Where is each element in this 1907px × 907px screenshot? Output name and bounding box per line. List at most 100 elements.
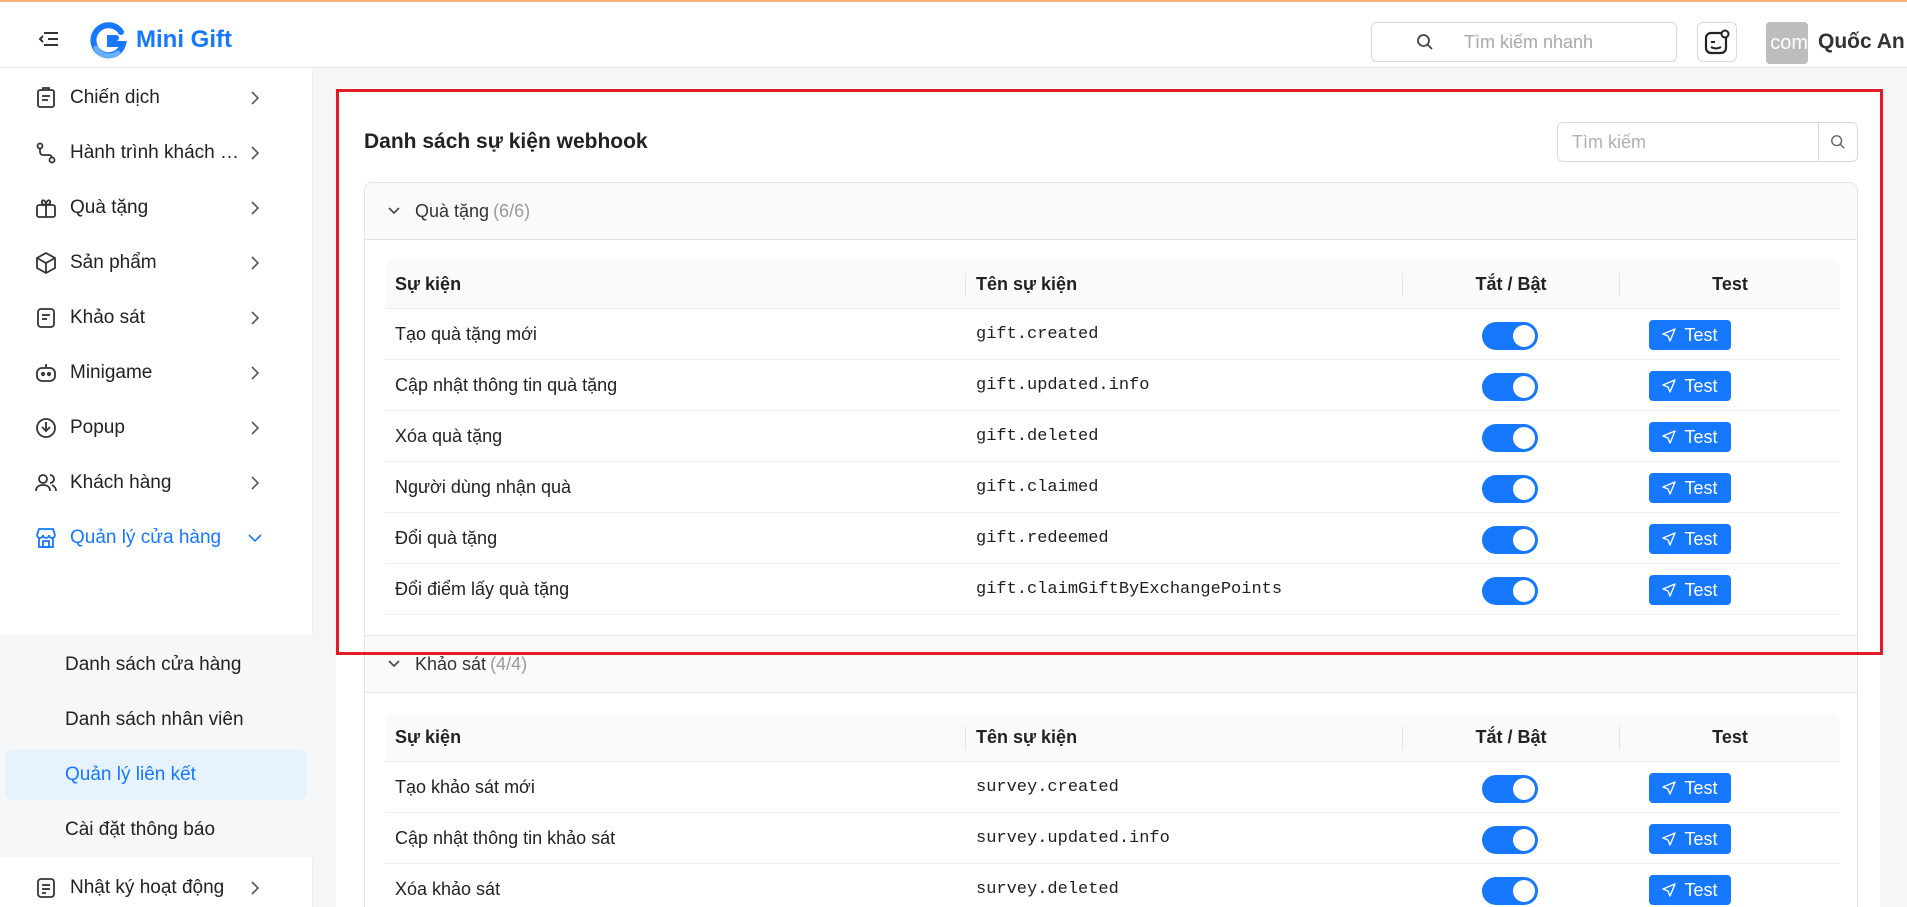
group-header[interactable]: Khảo sát (4/4) bbox=[365, 636, 1857, 693]
event-name: survey.updated.info bbox=[976, 829, 1170, 848]
event-toggle[interactable] bbox=[1482, 877, 1538, 905]
event-toggle[interactable] bbox=[1482, 775, 1538, 803]
sidebar-item-campaigns[interactable]: Chiến dịch bbox=[0, 73, 313, 123]
event-name: gift.updated.info bbox=[976, 376, 1150, 395]
table-row: Đổi điểm lấy quà tặng gift.claimGiftByEx… bbox=[385, 564, 1840, 615]
event-name: gift.created bbox=[976, 325, 1099, 344]
event-name: gift.claimed bbox=[976, 478, 1099, 497]
table-row: Xóa khảo sát survey.deleted Test bbox=[385, 864, 1840, 907]
sidebar-item-gifts[interactable]: Quà tặng bbox=[0, 183, 313, 233]
table-row: Cập nhật thông tin khảo sát survey.updat… bbox=[385, 813, 1840, 864]
column-header-test: Test bbox=[1712, 727, 1748, 747]
submenu-item-label: Quản lý liên kết bbox=[65, 764, 196, 785]
app-header: Mini Gift com Quốc An bbox=[0, 2, 1907, 68]
event-toggle[interactable] bbox=[1482, 424, 1538, 452]
gamepad-icon bbox=[36, 364, 56, 382]
sidebar-item-minigame[interactable]: Minigame bbox=[0, 348, 313, 398]
event-label: Cập nhật thông tin quà tặng bbox=[395, 375, 618, 395]
submenu-item-notification-settings[interactable]: Cài đặt thông báo bbox=[5, 805, 307, 855]
group-count: (6/6) bbox=[493, 200, 531, 221]
sidebar-item-products[interactable]: Sản phẩm bbox=[0, 238, 313, 288]
chevron-right-icon bbox=[251, 256, 260, 270]
column-header-event: Sự kiện bbox=[395, 274, 462, 294]
event-name: gift.claimGiftByExchangePoints bbox=[976, 580, 1283, 599]
column-header-event-name: Tên sự kiện bbox=[976, 274, 1078, 294]
submenu-item-label: Danh sách cửa hàng bbox=[65, 654, 242, 675]
page-title: Danh sách sự kiện webhook bbox=[364, 130, 648, 153]
chevron-down-icon bbox=[388, 660, 400, 668]
table-header: Sự kiện Tên sự kiện Tắt / Bật Test bbox=[385, 713, 1840, 762]
test-button[interactable]: Test bbox=[1649, 773, 1731, 803]
send-icon bbox=[1662, 328, 1677, 342]
user-name[interactable]: Quốc An bbox=[1818, 30, 1905, 54]
submenu-item-link-management[interactable]: Quản lý liên kết bbox=[5, 750, 307, 800]
search-button[interactable] bbox=[1818, 123, 1857, 161]
test-button[interactable]: Test bbox=[1649, 473, 1731, 503]
sidebar-item-label: Minigame bbox=[70, 362, 153, 383]
app-name: Mini Gift bbox=[136, 26, 232, 53]
event-name: survey.deleted bbox=[976, 880, 1119, 899]
event-label: Tạo khảo sát mới bbox=[395, 777, 535, 797]
test-button-label: Test bbox=[1684, 579, 1718, 600]
submenu-item-staff-list[interactable]: Danh sách nhân viên bbox=[5, 695, 307, 745]
app-logo[interactable]: Mini Gift bbox=[88, 20, 232, 60]
sidebar-item-customer-journey[interactable]: Hành trình khách hàng bbox=[0, 128, 313, 178]
test-button[interactable]: Test bbox=[1649, 575, 1731, 605]
event-toggle[interactable] bbox=[1482, 373, 1538, 401]
send-icon bbox=[1662, 832, 1677, 846]
sidebar-item-label: Khách hàng bbox=[70, 472, 172, 493]
test-button[interactable]: Test bbox=[1649, 371, 1731, 401]
event-toggle[interactable] bbox=[1482, 322, 1538, 350]
sidebar-item-label: Quản lý cửa hàng bbox=[70, 527, 222, 548]
survey-icon bbox=[37, 308, 55, 328]
event-search-input[interactable] bbox=[1558, 123, 1818, 161]
event-toggle[interactable] bbox=[1482, 577, 1538, 605]
event-label: Người dùng nhận quà bbox=[395, 477, 571, 497]
sidebar-item-label: Chiến dịch bbox=[70, 87, 160, 108]
table-row: Xóa quà tặng gift.deleted Test bbox=[385, 411, 1840, 462]
test-button[interactable]: Test bbox=[1649, 422, 1731, 452]
test-button-label: Test bbox=[1684, 528, 1718, 549]
chevron-right-icon bbox=[251, 881, 260, 895]
chevron-right-icon bbox=[251, 311, 260, 325]
menu-collapse-icon[interactable] bbox=[38, 30, 60, 48]
gift-icon bbox=[36, 199, 56, 218]
search-icon bbox=[1831, 135, 1845, 149]
send-icon bbox=[1662, 532, 1677, 546]
sidebar-item-label: Quà tặng bbox=[70, 197, 149, 218]
test-button[interactable]: Test bbox=[1649, 524, 1731, 554]
column-divider bbox=[965, 726, 966, 750]
send-icon bbox=[1662, 781, 1677, 795]
event-label: Xóa khảo sát bbox=[395, 879, 501, 899]
event-label: Đổi điểm lấy quà tặng bbox=[395, 579, 570, 599]
sidebar-item-label: Hành trình khách hàng bbox=[70, 142, 242, 163]
sidebar-item-surveys[interactable]: Khảo sát bbox=[0, 293, 313, 343]
event-toggle[interactable] bbox=[1482, 475, 1538, 503]
avatar[interactable]: com bbox=[1766, 22, 1808, 64]
route-icon bbox=[36, 142, 56, 164]
sidebar-item-customers[interactable]: Khách hàng bbox=[0, 458, 313, 508]
chevron-right-icon bbox=[251, 91, 260, 105]
sidebar-item-label: Sản phẩm bbox=[70, 252, 157, 273]
event-toggle[interactable] bbox=[1482, 826, 1538, 854]
sidebar: Chiến dịch Hành trình khách hàng Quà tặn… bbox=[0, 68, 313, 907]
sidebar-item-label: Popup bbox=[70, 417, 125, 438]
group-header[interactable]: Quà tặng (6/6) bbox=[365, 183, 1857, 240]
quick-search[interactable] bbox=[1371, 22, 1677, 62]
sidebar-item-store-management[interactable]: Quản lý cửa hàng bbox=[0, 513, 313, 563]
event-label: Xóa quà tặng bbox=[395, 426, 503, 446]
test-button[interactable]: Test bbox=[1649, 824, 1731, 854]
send-icon bbox=[1662, 430, 1677, 444]
sidebar-item-activity-log[interactable]: Nhật ký hoạt động bbox=[0, 863, 313, 907]
column-header-toggle: Tắt / Bật bbox=[1475, 727, 1547, 747]
column-header-test: Test bbox=[1712, 274, 1748, 294]
notification-button[interactable] bbox=[1697, 22, 1737, 62]
sidebar-item-popup[interactable]: Popup bbox=[0, 403, 313, 453]
test-button[interactable]: Test bbox=[1649, 875, 1731, 905]
submenu-item-store-list[interactable]: Danh sách cửa hàng bbox=[5, 640, 307, 690]
event-search[interactable] bbox=[1557, 122, 1858, 162]
search-icon bbox=[1417, 34, 1433, 50]
test-button[interactable]: Test bbox=[1649, 320, 1731, 350]
event-toggle[interactable] bbox=[1482, 526, 1538, 554]
quick-search-input[interactable] bbox=[1464, 31, 1664, 53]
